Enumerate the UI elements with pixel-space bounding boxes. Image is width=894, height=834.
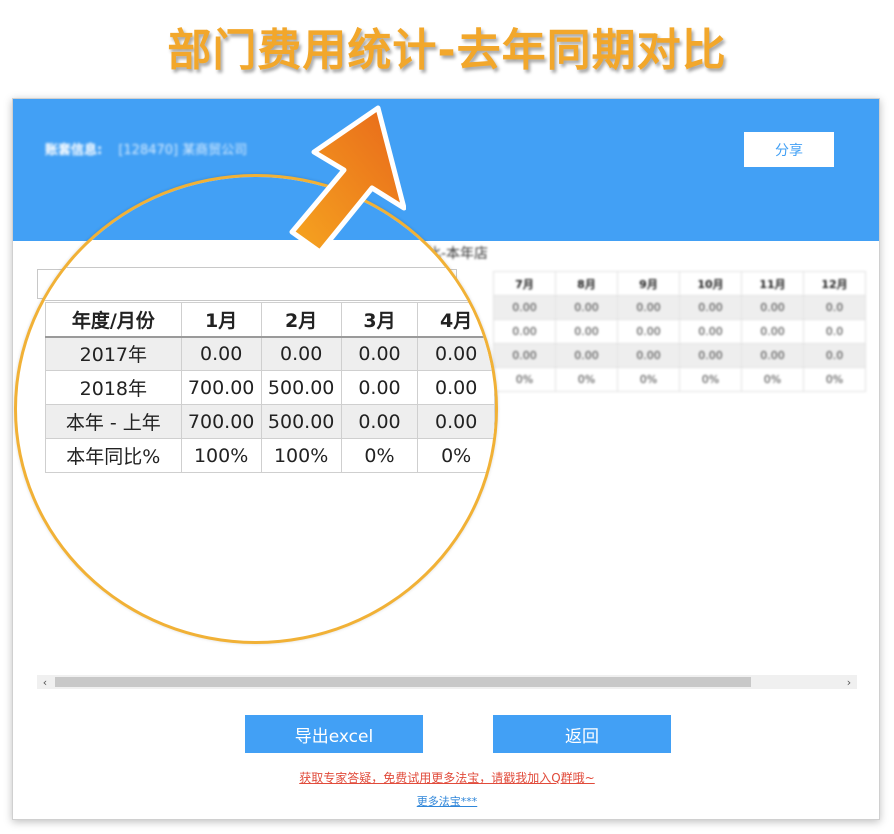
header-cell: 11月 (741, 271, 804, 296)
account-value: [128470] 某商贸公司 (118, 143, 248, 158)
table-cell: 0.00 (340, 370, 419, 405)
table-header-row: 年度/月份 1月 2月 3月 4月 (45, 302, 495, 338)
table-cell: 500.00 (260, 370, 342, 405)
header-cell: 7月 (493, 271, 556, 296)
table-cell: 0% (679, 367, 742, 392)
header-cell: 8月 (555, 271, 618, 296)
table-row: 2018年 700.00 500.00 0.00 0.00 (45, 370, 495, 405)
header-cell: 10月 (679, 271, 742, 296)
horizontal-scrollbar[interactable]: ‹ › (37, 675, 857, 689)
table-cell: 0.0 (803, 319, 866, 344)
table-cell: 0.00 (679, 295, 742, 320)
table-cell: 100% (180, 438, 262, 473)
table-cell: 0.00 (493, 343, 556, 368)
table-cell: 0.0 (803, 295, 866, 320)
table-cell: 0% (555, 367, 618, 392)
background-table: 7月 8月 9月 10月 11月 12月 0.00 0.00 0.00 0.00… (493, 271, 866, 392)
table-cell: 0.00 (417, 404, 495, 439)
table-cell: 0.00 (555, 295, 618, 320)
table-cell: 700.00 (180, 370, 262, 405)
table-cell: 0.00 (417, 336, 495, 371)
account-label: 账套信息: (45, 143, 103, 158)
table-row: 2017年 0.00 0.00 0.00 0.00 (45, 336, 495, 371)
table-cell: 2017年 (45, 336, 182, 371)
table-cell: 0.00 (493, 295, 556, 320)
magnified-filter-input (37, 267, 495, 301)
share-button[interactable]: 分享 (744, 132, 834, 167)
table-cell: 500.00 (260, 404, 342, 439)
table-cell: 0.00 (741, 319, 804, 344)
table-cell: 0.00 (555, 343, 618, 368)
table-row: 本年 - 上年 700.00 500.00 0.00 0.00 (45, 404, 495, 439)
table-cell: 本年同比% (45, 438, 182, 473)
table-cell: 0.00 (741, 343, 804, 368)
table-cell: 0.00 (340, 404, 419, 439)
comparison-table: 年度/月份 1月 2月 3月 4月 2017年 0.00 0.00 0.00 0… (45, 302, 495, 473)
scroll-right-icon[interactable]: › (841, 675, 857, 689)
magnified-top-bar (17, 177, 495, 240)
column-header: 年度/月份 (45, 302, 182, 338)
table-cell: 0% (417, 438, 495, 473)
table-row: 0.00 0.00 0.00 0.00 0.00 0.0 (493, 343, 866, 368)
table-cell: 0.00 (617, 295, 680, 320)
table-cell: 0% (340, 438, 419, 473)
table-row: 0.00 0.00 0.00 0.00 0.00 0.0 (493, 295, 866, 320)
account-info: 账套信息: [128470] 某商贸公司 (45, 139, 247, 158)
help-link[interactable]: 获取专家答疑，免费试用更多法宝，请戳我加入Q群哦~ (13, 769, 879, 786)
table-cell: 本年 - 上年 (45, 404, 182, 439)
table-cell: 0% (617, 367, 680, 392)
table-cell: 0% (803, 367, 866, 392)
header-cell: 9月 (617, 271, 680, 296)
scroll-thumb[interactable] (55, 677, 751, 687)
table-header-row: 7月 8月 9月 10月 11月 12月 (493, 271, 866, 296)
table-cell: 0.00 (493, 319, 556, 344)
table-row: 本年同比% 100% 100% 0% 0% (45, 438, 495, 473)
table-row: 0% 0% 0% 0% 0% 0% (493, 367, 866, 392)
table-cell: 0.00 (617, 343, 680, 368)
table-cell: 700.00 (180, 404, 262, 439)
column-header: 3月 (340, 302, 419, 338)
table-cell: 0.0 (803, 343, 866, 368)
more-link[interactable]: 更多法宝*** (13, 793, 879, 809)
table-cell: 0.00 (417, 370, 495, 405)
header-cell: 12月 (803, 271, 866, 296)
pointer-arrow-icon (289, 105, 406, 255)
back-button[interactable]: 返回 (493, 715, 671, 753)
column-header: 2月 (260, 302, 342, 338)
table-cell: 0.00 (340, 336, 419, 371)
magnifier-circle: 年度/月份 1月 2月 3月 4月 2017年 0.00 0.00 0.00 0… (14, 174, 498, 644)
export-excel-button[interactable]: 导出excel (245, 715, 423, 753)
table-cell: 0.00 (555, 319, 618, 344)
table-cell: 0% (493, 367, 556, 392)
table-cell: 2018年 (45, 370, 182, 405)
column-header: 1月 (180, 302, 262, 338)
scroll-left-icon[interactable]: ‹ (37, 675, 53, 689)
table-cell: 0.00 (679, 343, 742, 368)
table-cell: 0% (741, 367, 804, 392)
table-row: 0.00 0.00 0.00 0.00 0.00 0.0 (493, 319, 866, 344)
column-header: 4月 (417, 302, 495, 338)
table-cell: 0.00 (260, 336, 342, 371)
table-cell: 0.00 (180, 336, 262, 371)
table-cell: 0.00 (741, 295, 804, 320)
table-cell: 0.00 (679, 319, 742, 344)
page-headline: 部门费用统计-去年同期对比 (167, 25, 727, 76)
table-cell: 100% (260, 438, 342, 473)
table-cell: 0.00 (617, 319, 680, 344)
